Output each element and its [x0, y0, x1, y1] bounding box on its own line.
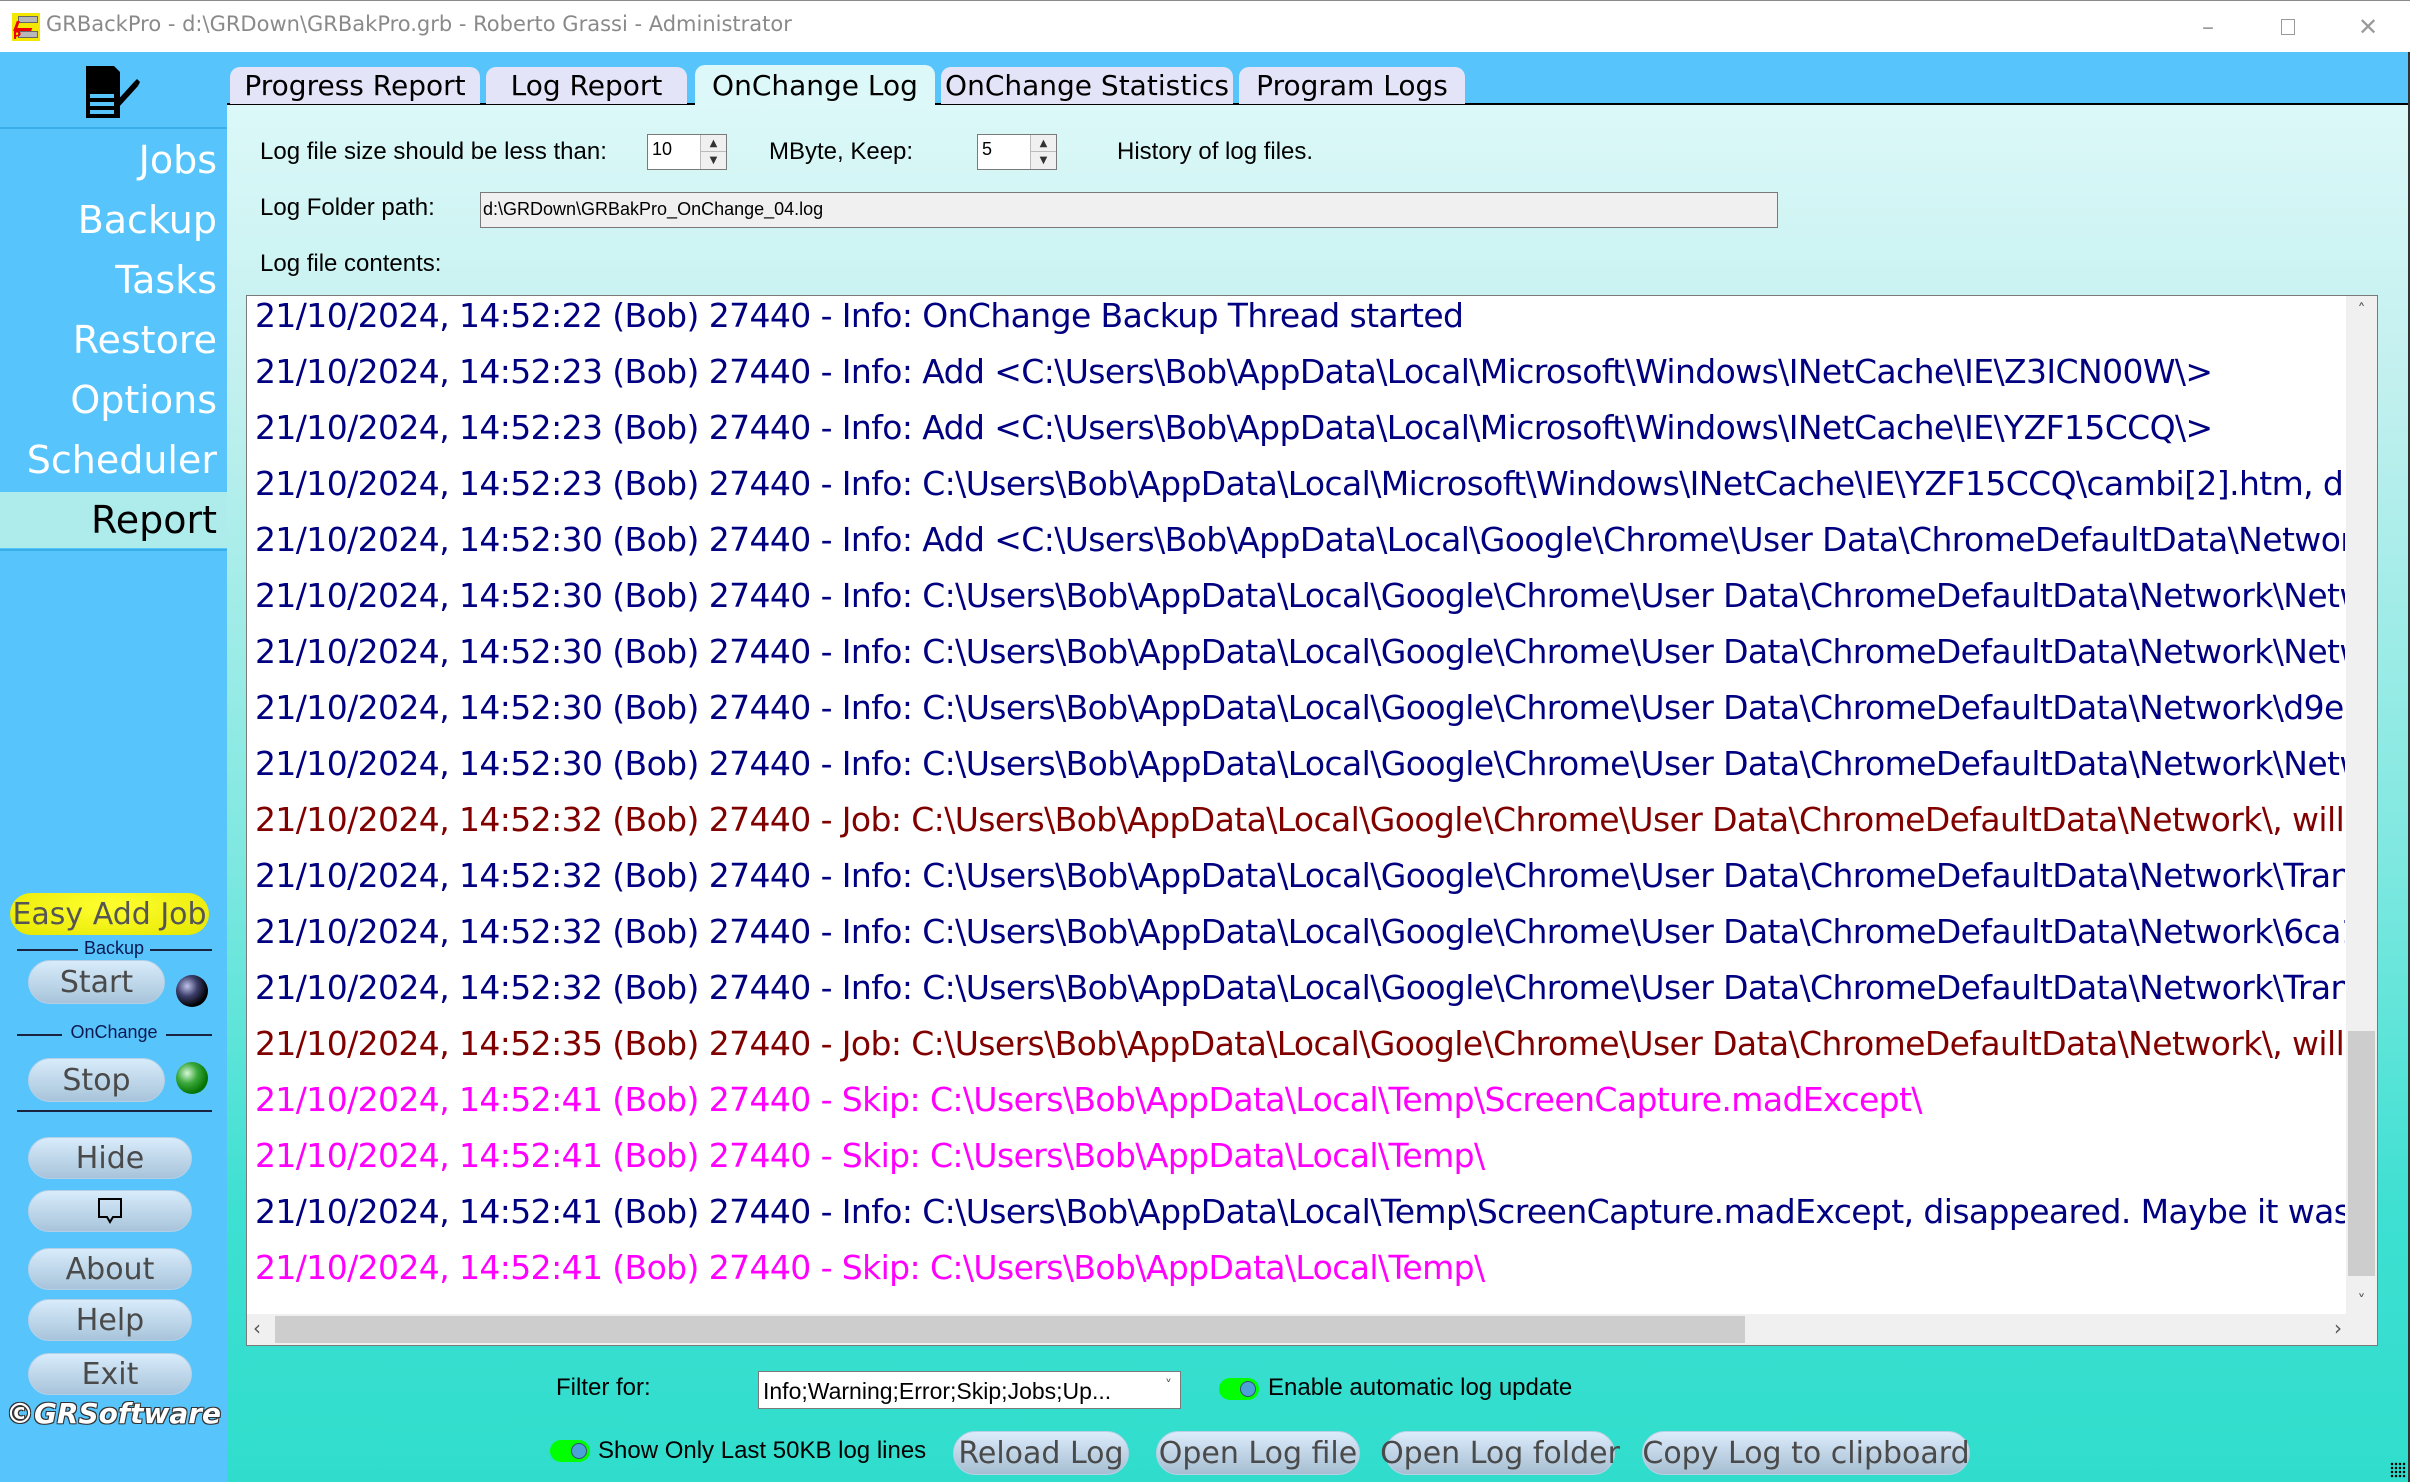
spin-up-icon[interactable]: ▲ — [701, 135, 726, 152]
copy-log-clipboard-button[interactable]: Copy Log to clipboard — [1642, 1431, 1970, 1475]
window-title: GRBackPro - d:\GRDown\GRBakPro.grb - Rob… — [46, 12, 792, 36]
chevron-down-icon: ˅ — [1165, 1378, 1172, 1394]
report-document-pen-icon — [86, 66, 140, 118]
onchange-section-label: OnChange — [62, 1022, 166, 1043]
log-folder-path-field[interactable]: d:\GRDown\GRBakPro_OnChange_04.log — [480, 192, 1778, 228]
about-button[interactable]: About — [28, 1248, 192, 1290]
scroll-up-icon[interactable]: ˄ — [2346, 300, 2377, 319]
log-line-skip: 21/10/2024, 14:52:41 (Bob) 27440 - Skip:… — [255, 1248, 1485, 1287]
spin-up-icon[interactable]: ▲ — [1031, 135, 1056, 152]
log-size-spinner[interactable]: 10 ▲ ▼ — [647, 134, 727, 170]
log-line-skip: 21/10/2024, 14:52:41 (Bob) 27440 - Skip:… — [255, 1136, 1485, 1175]
filter-value: Info;Warning;Error;Skip;Jobs;Up... — [763, 1378, 1112, 1404]
tab-log-report[interactable]: Log Report — [486, 67, 687, 104]
open-log-file-button[interactable]: Open Log file — [1156, 1431, 1360, 1475]
log-lines: 21/10/2024, 14:52:22 (Bob) 27440 - Info:… — [255, 296, 2345, 1312]
title-bar: P GRBackPro - d:\GRDown\GRBakPro.grb - R… — [0, 0, 2410, 52]
log-line-info: 21/10/2024, 14:52:32 (Bob) 27440 - Info:… — [255, 856, 2345, 895]
toggle-knob-icon — [571, 1443, 587, 1459]
comment-button[interactable] — [28, 1190, 192, 1232]
log-line-job: 21/10/2024, 14:52:35 (Bob) 27440 - Job: … — [255, 1024, 2345, 1063]
maximize-icon — [2281, 19, 2295, 35]
log-line-job: 21/10/2024, 14:52:32 (Bob) 27440 - Job: … — [255, 800, 2345, 839]
spin-down-icon[interactable]: ▼ — [1031, 152, 1056, 169]
log-line-info: 21/10/2024, 14:52:23 (Bob) 27440 - Info:… — [255, 408, 2213, 447]
sidebar-item-scheduler[interactable]: Scheduler — [0, 432, 227, 488]
log-size-value: 10 — [652, 139, 673, 159]
log-contents-box[interactable]: 21/10/2024, 14:52:22 (Bob) 27440 - Info:… — [246, 295, 2378, 1346]
sidebar-item-restore[interactable]: Restore — [0, 312, 227, 368]
horizontal-scroll-thumb[interactable] — [275, 1316, 1745, 1343]
log-line-info: 21/10/2024, 14:52:32 (Bob) 27440 - Info:… — [255, 912, 2345, 951]
scroll-corner — [2346, 1314, 2377, 1345]
toggle-knob-icon — [1240, 1381, 1256, 1397]
tab-program-logs[interactable]: Program Logs — [1239, 67, 1465, 104]
vertical-scrollbar[interactable]: ˄ ˅ — [2346, 296, 2377, 1314]
reload-log-button[interactable]: Reload Log — [953, 1431, 1129, 1475]
log-line-info: 21/10/2024, 14:52:23 (Bob) 27440 - Info:… — [255, 352, 2213, 391]
scroll-right-icon[interactable]: › — [2334, 1316, 2342, 1340]
log-line-info: 21/10/2024, 14:52:30 (Bob) 27440 - Info:… — [255, 576, 2345, 615]
log-line-info: 21/10/2024, 14:52:22 (Bob) 27440 - Info:… — [255, 296, 1464, 335]
horizontal-scrollbar[interactable]: ‹ › — [247, 1314, 2348, 1345]
scroll-down-icon[interactable]: ˅ — [2346, 1291, 2377, 1310]
copyright-label: ©GRSoftware — [5, 1397, 222, 1430]
log-line-info: 21/10/2024, 14:52:32 (Bob) 27440 - Info:… — [255, 968, 2345, 1007]
exit-button[interactable]: Exit — [28, 1353, 192, 1395]
tab-onchange-log[interactable]: OnChange Log — [695, 65, 935, 106]
sidebar-separator-line — [17, 1110, 212, 1112]
resize-grip-icon[interactable] — [2390, 1462, 2406, 1478]
maximize-button[interactable] — [2248, 1, 2328, 53]
minimize-icon: – — [2202, 13, 2214, 41]
auto-update-label: Enable automatic log update — [1268, 1374, 1573, 1401]
log-line-skip: 21/10/2024, 14:52:41 (Bob) 27440 - Skip:… — [255, 1080, 1922, 1119]
open-log-folder-button[interactable]: Open Log folder — [1380, 1431, 1620, 1475]
mbyte-keep-label: MByte, Keep: — [769, 138, 914, 165]
log-line-info: 21/10/2024, 14:52:30 (Bob) 27440 - Info:… — [255, 520, 2345, 559]
filter-label: Filter for: — [556, 1374, 651, 1401]
sidebar-item-backup[interactable]: Backup — [0, 192, 227, 248]
log-folder-label: Log Folder path: — [260, 194, 435, 221]
speech-bubble-icon — [98, 1198, 122, 1224]
spin-down-icon[interactable]: ▼ — [701, 152, 726, 169]
log-line-info: 21/10/2024, 14:52:23 (Bob) 27440 - Info:… — [255, 464, 2345, 503]
filter-select[interactable]: Info;Warning;Error;Skip;Jobs;Up... ˅ — [758, 1371, 1181, 1409]
easy-add-job-button[interactable]: Easy Add Job — [10, 893, 209, 935]
sidebar-item-jobs[interactable]: Jobs — [0, 132, 227, 188]
sidebar-divider — [0, 127, 227, 129]
sidebar-item-report[interactable]: Report — [0, 492, 227, 548]
tab-progress-report[interactable]: Progress Report — [230, 67, 480, 104]
close-button[interactable]: ✕ — [2328, 1, 2408, 53]
sidebar-item-options[interactable]: Options — [0, 372, 227, 428]
log-line-info: 21/10/2024, 14:52:30 (Bob) 27440 - Info:… — [255, 688, 2345, 727]
sidebar-item-tasks[interactable]: Tasks — [0, 252, 227, 308]
log-line-info: 21/10/2024, 14:52:41 (Bob) 27440 - Info:… — [255, 1192, 2345, 1231]
log-size-label: Log file size should be less than: — [260, 138, 607, 165]
keep-history-spinner[interactable]: 5 ▲ ▼ — [977, 134, 1057, 170]
keep-history-value: 5 — [982, 139, 993, 159]
auto-update-toggle[interactable] — [1219, 1378, 1259, 1400]
help-button[interactable]: Help — [28, 1299, 192, 1341]
log-line-info: 21/10/2024, 14:52:30 (Bob) 27440 - Info:… — [255, 632, 2345, 671]
hide-button[interactable]: Hide — [28, 1137, 192, 1179]
backup-status-led-icon — [176, 975, 208, 1007]
onchange-stop-button[interactable]: Stop — [28, 1058, 165, 1102]
scroll-left-icon[interactable]: ‹ — [253, 1316, 261, 1340]
vertical-scroll-thumb[interactable] — [2348, 1031, 2375, 1276]
backup-start-button[interactable]: Start — [28, 960, 165, 1004]
show-last-50kb-label: Show Only Last 50KB log lines — [598, 1437, 927, 1464]
backup-section-label: Backup — [78, 938, 150, 959]
show-last-50kb-toggle[interactable] — [550, 1440, 590, 1462]
log-line-info: 21/10/2024, 14:52:30 (Bob) 27440 - Info:… — [255, 744, 2345, 783]
log-contents-label: Log file contents: — [260, 250, 442, 277]
close-icon: ✕ — [2357, 13, 2379, 41]
app-icon: P — [12, 13, 40, 42]
history-label: History of log files. — [1117, 138, 1314, 165]
tab-onchange-statistics[interactable]: OnChange Statistics — [941, 67, 1233, 104]
sidebar-divider — [0, 549, 227, 551]
onchange-status-led-icon — [176, 1062, 208, 1094]
minimize-button[interactable]: – — [2168, 1, 2248, 53]
